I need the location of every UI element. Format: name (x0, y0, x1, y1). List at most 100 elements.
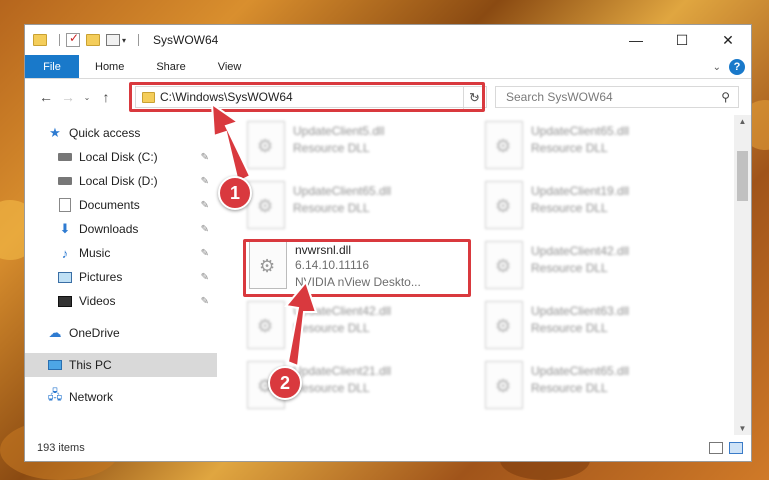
file-type: Resource DLL (293, 141, 370, 155)
sidebar-item-label: Downloads (79, 222, 139, 236)
file-description: NVIDIA nView Deskto... (295, 275, 421, 289)
dll-file-icon (485, 361, 523, 409)
up-button[interactable]: ↑ (95, 89, 117, 105)
music-icon: ♪ (61, 245, 69, 261)
sidebar-item-onedrive[interactable]: ☁ OneDrive (25, 321, 217, 345)
pin-icon[interactable]: ✎ (201, 152, 209, 163)
dll-file-icon (249, 241, 287, 289)
scrollbar-thumb[interactable] (737, 151, 748, 201)
pin-icon[interactable]: ✎ (201, 224, 209, 235)
sidebar-item-this-pc[interactable]: This PC (25, 353, 217, 377)
search-icon[interactable]: ⚲ (721, 90, 730, 104)
sidebar-item-label: OneDrive (69, 326, 120, 340)
item-count: 193 items (37, 442, 85, 454)
sidebar-item-label: Local Disk (D:) (79, 174, 158, 188)
file-name: UpdateClient5.dll (293, 124, 385, 138)
sidebar-item-network[interactable]: 🖧 Network (25, 385, 217, 409)
file-item[interactable]: UpdateClient65.dll Resource DLL (485, 361, 715, 411)
sidebar-item-pictures[interactable]: Pictures ✎ (25, 265, 217, 289)
videos-icon (57, 294, 73, 308)
file-item[interactable]: UpdateClient42.dll Resource DLL (485, 241, 715, 291)
window-title: SysWOW64 (153, 33, 219, 47)
properties-check-icon[interactable] (66, 31, 80, 47)
file-type: Resource DLL (531, 321, 608, 335)
address-path[interactable]: C:\Windows\SysWOW64 (160, 90, 293, 104)
tab-share[interactable]: Share (140, 55, 201, 78)
sidebar-item-label: Pictures (79, 270, 123, 284)
vertical-scrollbar[interactable]: ▲ ▼ (734, 115, 751, 435)
explorer-window: ▾ SysWOW64 — ☐ ✕ File Home Share View ⌄ … (24, 24, 752, 462)
dll-file-icon (485, 301, 523, 349)
file-item[interactable]: UpdateClient19.dll Resource DLL (485, 181, 715, 231)
computer-icon (47, 358, 63, 372)
title-separator (138, 34, 140, 46)
tab-view[interactable]: View (202, 55, 258, 78)
search-input[interactable]: Search SysWOW64 ⚲ (495, 86, 739, 108)
file-item[interactable]: UpdateClient65.dll Resource DLL (485, 121, 715, 171)
file-item[interactable]: UpdateClient63.dll Resource DLL (485, 301, 715, 351)
pin-icon[interactable]: ✎ (201, 272, 209, 283)
sidebar-item-downloads[interactable]: ⬇ Downloads ✎ (25, 217, 217, 241)
documents-icon (57, 198, 73, 212)
new-folder-icon[interactable] (86, 34, 100, 46)
file-name: UpdateClient19.dll (531, 184, 630, 198)
expand-ribbon-chevron-icon[interactable]: ⌄ (713, 62, 721, 73)
file-version: 6.14.10.11116 (295, 258, 370, 272)
file-name: UpdateClient21.dll (293, 364, 392, 378)
minimize-button[interactable]: — (613, 25, 659, 55)
sidebar-item-label: This PC (69, 358, 112, 372)
dll-file-icon (247, 301, 285, 349)
sidebar-item-music[interactable]: ♪ Music ✎ (25, 241, 217, 265)
forward-button[interactable]: → (57, 89, 79, 105)
help-icon[interactable]: ? (729, 59, 745, 75)
file-item-nvwrsnl[interactable]: nvwrsnl.dll 6.14.10.11116 NVIDIA nView D… (249, 241, 479, 291)
customize-toolbar-chevron-icon[interactable]: ▾ (122, 36, 126, 45)
folder-icon (142, 91, 155, 103)
sidebar-item-label: Network (69, 390, 114, 404)
back-button[interactable]: ← (35, 89, 57, 105)
sidebar-item-local-disk-d[interactable]: Local Disk (D:) ✎ (25, 169, 217, 193)
sidebar-item-quick-access[interactable]: ★ Quick access (25, 121, 217, 145)
pin-icon[interactable]: ✎ (201, 248, 209, 259)
file-type: Resource DLL (531, 381, 608, 395)
tab-home[interactable]: Home (79, 55, 140, 78)
navigation-bar: ← → ⌄ ↑ C:\Windows\SysWOW64 ⌄ ↻ Search S… (25, 79, 751, 115)
large-icons-view-icon[interactable] (729, 442, 743, 454)
file-name: nvwrsnl.dll (295, 243, 352, 257)
address-bar[interactable]: C:\Windows\SysWOW64 ⌄ (135, 86, 487, 108)
sidebar-item-local-disk-c[interactable]: Local Disk (C:) ✎ (25, 145, 217, 169)
pictures-icon (57, 270, 73, 284)
details-view-icon[interactable] (709, 442, 723, 454)
file-item[interactable]: UpdateClient42.dll Resource DLL (247, 301, 477, 351)
refresh-button[interactable]: ↻ (463, 87, 485, 109)
pin-icon[interactable]: ✎ (201, 176, 209, 187)
file-name: UpdateClient42.dll (531, 244, 630, 258)
sidebar-item-label: Local Disk (C:) (79, 150, 158, 164)
file-item[interactable]: UpdateClient5.dll Resource DLL (247, 121, 477, 171)
file-type: Resource DLL (293, 201, 370, 215)
sidebar-item-label: Quick access (69, 126, 141, 140)
scroll-down-arrow-icon[interactable]: ▼ (734, 424, 751, 433)
file-item[interactable]: UpdateClient65.dll Resource DLL (247, 181, 477, 231)
star-icon: ★ (49, 125, 61, 140)
recent-locations-chevron-icon[interactable]: ⌄ (79, 93, 95, 102)
maximize-button[interactable]: ☐ (659, 25, 705, 55)
sidebar-item-documents[interactable]: Documents ✎ (25, 193, 217, 217)
dll-file-icon (485, 181, 523, 229)
sidebar-item-label: Videos (79, 294, 116, 308)
quick-access-toolbar-icon[interactable] (106, 34, 120, 46)
pin-icon[interactable]: ✎ (201, 200, 209, 211)
status-bar: 193 items (25, 435, 751, 461)
file-type: Resource DLL (531, 261, 608, 275)
file-type: Resource DLL (531, 201, 608, 215)
pin-icon[interactable]: ✎ (201, 296, 209, 307)
tab-file[interactable]: File (25, 55, 79, 78)
scroll-up-arrow-icon[interactable]: ▲ (734, 117, 751, 126)
downloads-icon: ⬇ (59, 221, 71, 236)
sidebar-item-videos[interactable]: Videos ✎ (25, 289, 217, 313)
close-button[interactable]: ✕ (705, 25, 751, 55)
dll-file-icon (247, 121, 285, 169)
sidebar-item-label: Music (79, 246, 111, 260)
search-placeholder: Search SysWOW64 (506, 90, 613, 104)
folder-icon (33, 34, 47, 46)
